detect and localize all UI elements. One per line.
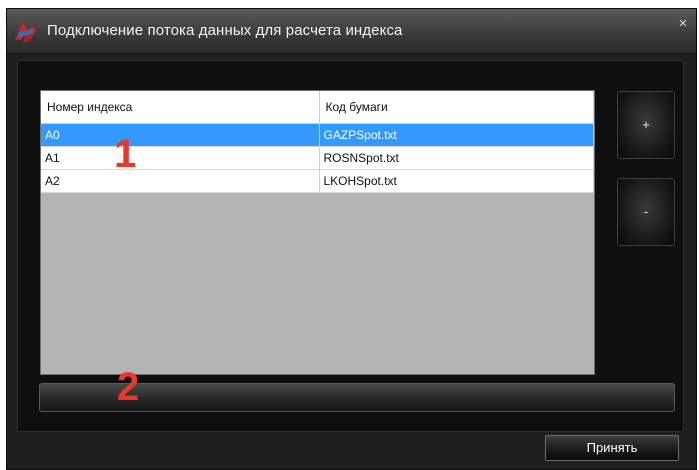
window-title: Подключение потока данных для расчета ин… — [47, 22, 403, 39]
remove-row-button[interactable]: - — [617, 178, 675, 246]
cell-code[interactable]: LKOHSpot.txt — [319, 169, 594, 193]
table-header-row: Номер индекса Код бумаги — [41, 91, 594, 124]
app-logo-icon — [15, 22, 37, 42]
cell-code[interactable]: ROSNSpot.txt — [319, 146, 594, 170]
annotation-marker-2: 2 — [117, 365, 140, 409]
annotation-marker-1: 1 — [114, 132, 137, 176]
cell-index[interactable]: A0 — [41, 123, 320, 147]
cell-index[interactable]: A2 — [41, 169, 320, 193]
dialog-window: Подключение потока данных для расчета ин… — [6, 8, 697, 470]
column-header-index-number[interactable]: Номер индекса — [41, 91, 320, 124]
column-header-security-code[interactable]: Код бумаги — [319, 91, 594, 124]
title-bar: Подключение потока данных для расчета ин… — [7, 9, 696, 54]
cell-index[interactable]: A1 — [41, 146, 320, 170]
accept-button[interactable]: Принять — [545, 435, 679, 461]
close-button[interactable]: × — [674, 15, 692, 33]
add-row-button[interactable]: + — [617, 91, 675, 159]
cell-code[interactable]: GAZPSpot.txt — [319, 123, 594, 147]
